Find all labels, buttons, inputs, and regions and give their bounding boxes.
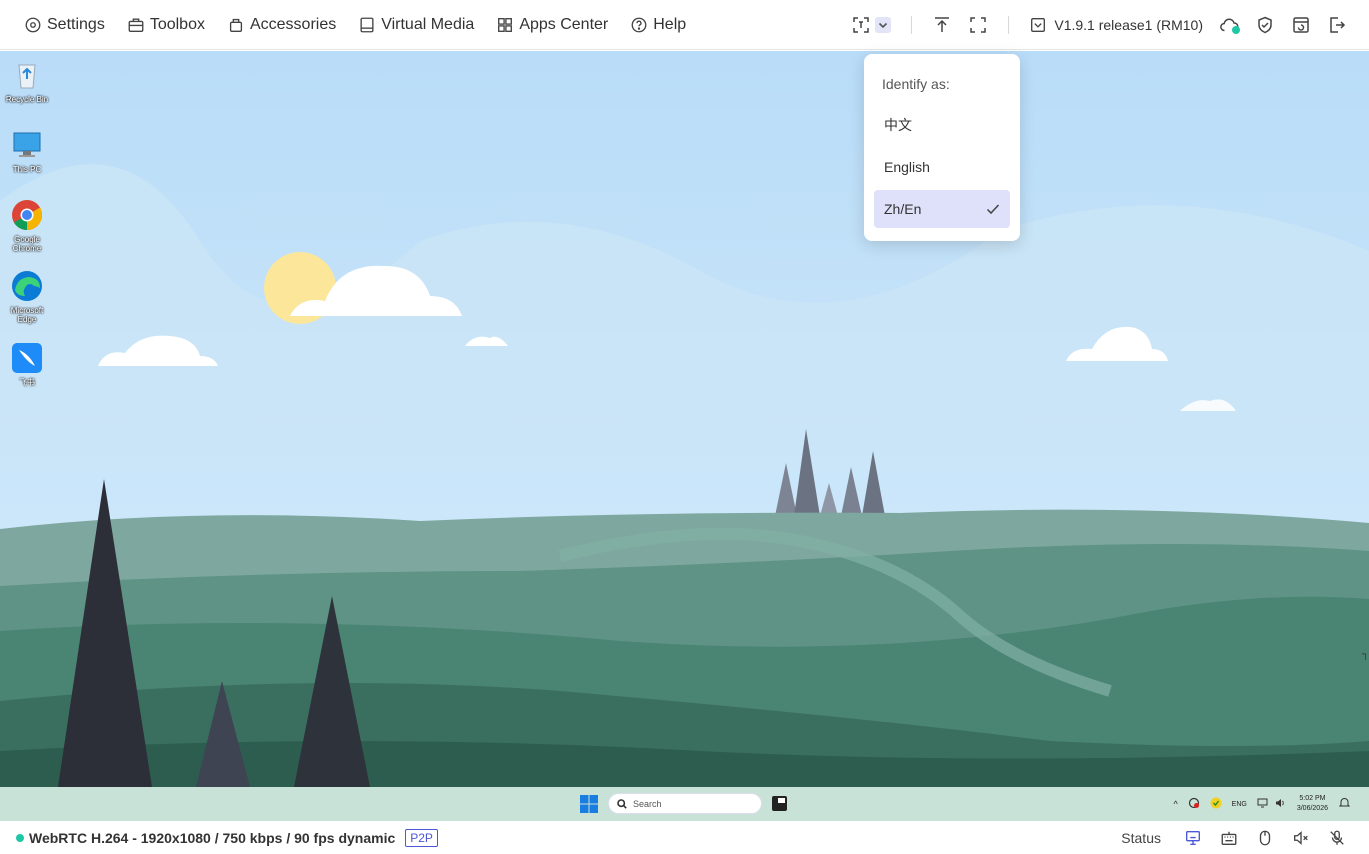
tray-network-icon[interactable] bbox=[1257, 797, 1269, 811]
taskbar-clock[interactable]: 5:02 PM 3/06/2026 bbox=[1297, 794, 1328, 814]
menu-accessories[interactable]: Accessories bbox=[227, 16, 336, 34]
desktop-icon-label: 飞书 bbox=[19, 378, 35, 387]
tray-sync-icon[interactable] bbox=[1188, 797, 1200, 811]
menu-virtual-media[interactable]: Virtual Media bbox=[358, 16, 474, 34]
version-info[interactable]: V1.9.1 release1 (RM10) bbox=[1029, 16, 1203, 34]
fullscreen-icon bbox=[970, 17, 987, 33]
taskbar-app-icon[interactable] bbox=[772, 796, 787, 811]
option-english[interactable]: English bbox=[874, 148, 1010, 186]
refresh-window-icon bbox=[1293, 17, 1309, 33]
right-toolbar: V1.9.1 release1 (RM10) bbox=[843, 0, 1369, 50]
edge-icon bbox=[12, 271, 42, 301]
popup-title: Identify as: bbox=[882, 76, 950, 92]
taskbar-search-placeholder: Search bbox=[633, 798, 662, 809]
desktop-icon-label: Microsoft Edge bbox=[10, 306, 44, 324]
arrow-up-to-line-icon bbox=[935, 17, 950, 32]
desktop-icon-label: This PC bbox=[12, 165, 42, 174]
mouse-icon[interactable] bbox=[1256, 829, 1274, 847]
status-controls: Status bbox=[1121, 821, 1355, 854]
settings-icon bbox=[25, 17, 41, 32]
virtual-media-icon bbox=[360, 17, 374, 32]
menu-settings[interactable]: Settings bbox=[24, 16, 105, 34]
apps-center-icon bbox=[498, 17, 513, 32]
search-icon bbox=[617, 798, 627, 809]
microphone-muted-icon[interactable] bbox=[1328, 829, 1346, 847]
check-icon bbox=[986, 204, 1000, 215]
status-label[interactable]: Status bbox=[1121, 830, 1161, 846]
toolbar-divider bbox=[911, 16, 913, 34]
monitor-icon[interactable] bbox=[1184, 829, 1202, 847]
toolbar-divider bbox=[1008, 16, 1010, 34]
shield-check-icon bbox=[1258, 16, 1272, 34]
p2p-badge: P2P bbox=[405, 828, 438, 847]
desktop-icon-this-pc[interactable]: This PC bbox=[2, 129, 52, 174]
wallpaper bbox=[0, 51, 1369, 821]
tray-overflow-chevron-icon[interactable]: ^ bbox=[1173, 799, 1177, 809]
fullscreen-tool[interactable] bbox=[968, 10, 988, 40]
tray-notification-icon[interactable] bbox=[1338, 797, 1351, 811]
tray-language[interactable]: ENG bbox=[1232, 801, 1247, 808]
option-label: English bbox=[884, 159, 930, 175]
top-toolbar: Settings Toolbox Accessories Virtual Med… bbox=[0, 0, 1369, 50]
option-zh-en[interactable]: Zh/En bbox=[874, 190, 1010, 228]
taskbar-time: 5:02 PM bbox=[1299, 795, 1326, 802]
language-dropdown-toggle[interactable] bbox=[875, 17, 892, 33]
desktop-icon-feishu[interactable]: 飞书 bbox=[2, 342, 52, 387]
cloud-tool[interactable] bbox=[1219, 10, 1240, 40]
option-chinese[interactable]: 中文 bbox=[874, 106, 1010, 144]
ocr-scan-icon bbox=[853, 17, 870, 33]
taskbar-search[interactable]: Search bbox=[608, 793, 762, 814]
connection-status-dot bbox=[16, 833, 24, 842]
cloud-status-dot bbox=[1232, 26, 1240, 34]
mouse-cursor-icon: ┐ bbox=[1361, 649, 1369, 660]
accessories-icon bbox=[229, 18, 243, 32]
taskbar-date: 3/06/2026 bbox=[1296, 805, 1328, 812]
menu-toolbox[interactable]: Toolbox bbox=[127, 16, 205, 34]
main-menu: Settings Toolbox Accessories Virtual Med… bbox=[24, 16, 708, 34]
security-tool[interactable] bbox=[1255, 10, 1275, 40]
firmware-icon bbox=[1031, 18, 1046, 32]
toolbox-icon bbox=[128, 17, 144, 32]
desktop-icon-google-chrome[interactable]: Google Chrome bbox=[2, 199, 52, 253]
logout-icon bbox=[1330, 17, 1346, 33]
sync-tool[interactable] bbox=[1291, 10, 1311, 40]
stream-info: WebRTC H.264 - 1920x1080 / 750 kbps / 90… bbox=[29, 829, 396, 846]
desktop-icon-recycle-bin[interactable]: Recycle Bin bbox=[2, 59, 52, 104]
menu-apps-center[interactable]: Apps Center bbox=[496, 16, 608, 34]
status-bar: WebRTC H.264 - 1920x1080 / 750 kbps / 90… bbox=[0, 821, 1369, 854]
computer-icon bbox=[13, 132, 41, 157]
windows-taskbar: Search ^ ENG 5:02 PM 3/06/2026 bbox=[0, 787, 1369, 821]
windows-start-icon[interactable] bbox=[580, 795, 598, 813]
identify-language-tool[interactable] bbox=[851, 10, 892, 40]
option-label: Zh/En bbox=[884, 201, 922, 217]
speaker-muted-icon[interactable] bbox=[1292, 829, 1310, 847]
remote-desktop-view[interactable]: Recycle Bin This PC Google Chrome Micros… bbox=[0, 51, 1369, 821]
menu-help-label: Help bbox=[653, 15, 687, 33]
desktop-icon-label: Google Chrome bbox=[12, 235, 42, 253]
tray-app-icon[interactable] bbox=[1210, 797, 1222, 811]
menu-help[interactable]: Help bbox=[630, 16, 686, 34]
menu-toolbox-label: Toolbox bbox=[149, 15, 205, 33]
version-label: V1.9.1 release1 (RM10) bbox=[1054, 17, 1203, 33]
chevron-down-icon bbox=[879, 22, 888, 29]
desktop-icon-microsoft-edge[interactable]: Microsoft Edge bbox=[2, 270, 52, 324]
menu-settings-label: Settings bbox=[47, 15, 105, 33]
feishu-icon bbox=[12, 343, 42, 373]
tray-volume-icon[interactable] bbox=[1274, 797, 1286, 811]
upload-tool[interactable] bbox=[932, 10, 952, 40]
option-label: 中文 bbox=[884, 117, 912, 133]
logout-tool[interactable] bbox=[1327, 10, 1347, 40]
help-icon bbox=[631, 17, 647, 32]
desktop-icon-label: Recycle Bin bbox=[5, 95, 49, 104]
menu-virtual-media-label: Virtual Media bbox=[381, 15, 475, 33]
chrome-icon bbox=[12, 200, 43, 230]
identify-as-popup: Identify as: 中文 English Zh/En bbox=[864, 54, 1020, 241]
menu-apps-center-label: Apps Center bbox=[519, 15, 609, 33]
keyboard-icon[interactable] bbox=[1220, 829, 1238, 847]
recycle-bin-icon bbox=[18, 64, 36, 89]
menu-accessories-label: Accessories bbox=[249, 15, 337, 33]
system-tray: ^ ENG 5:02 PM 3/06/2026 bbox=[1168, 787, 1355, 821]
